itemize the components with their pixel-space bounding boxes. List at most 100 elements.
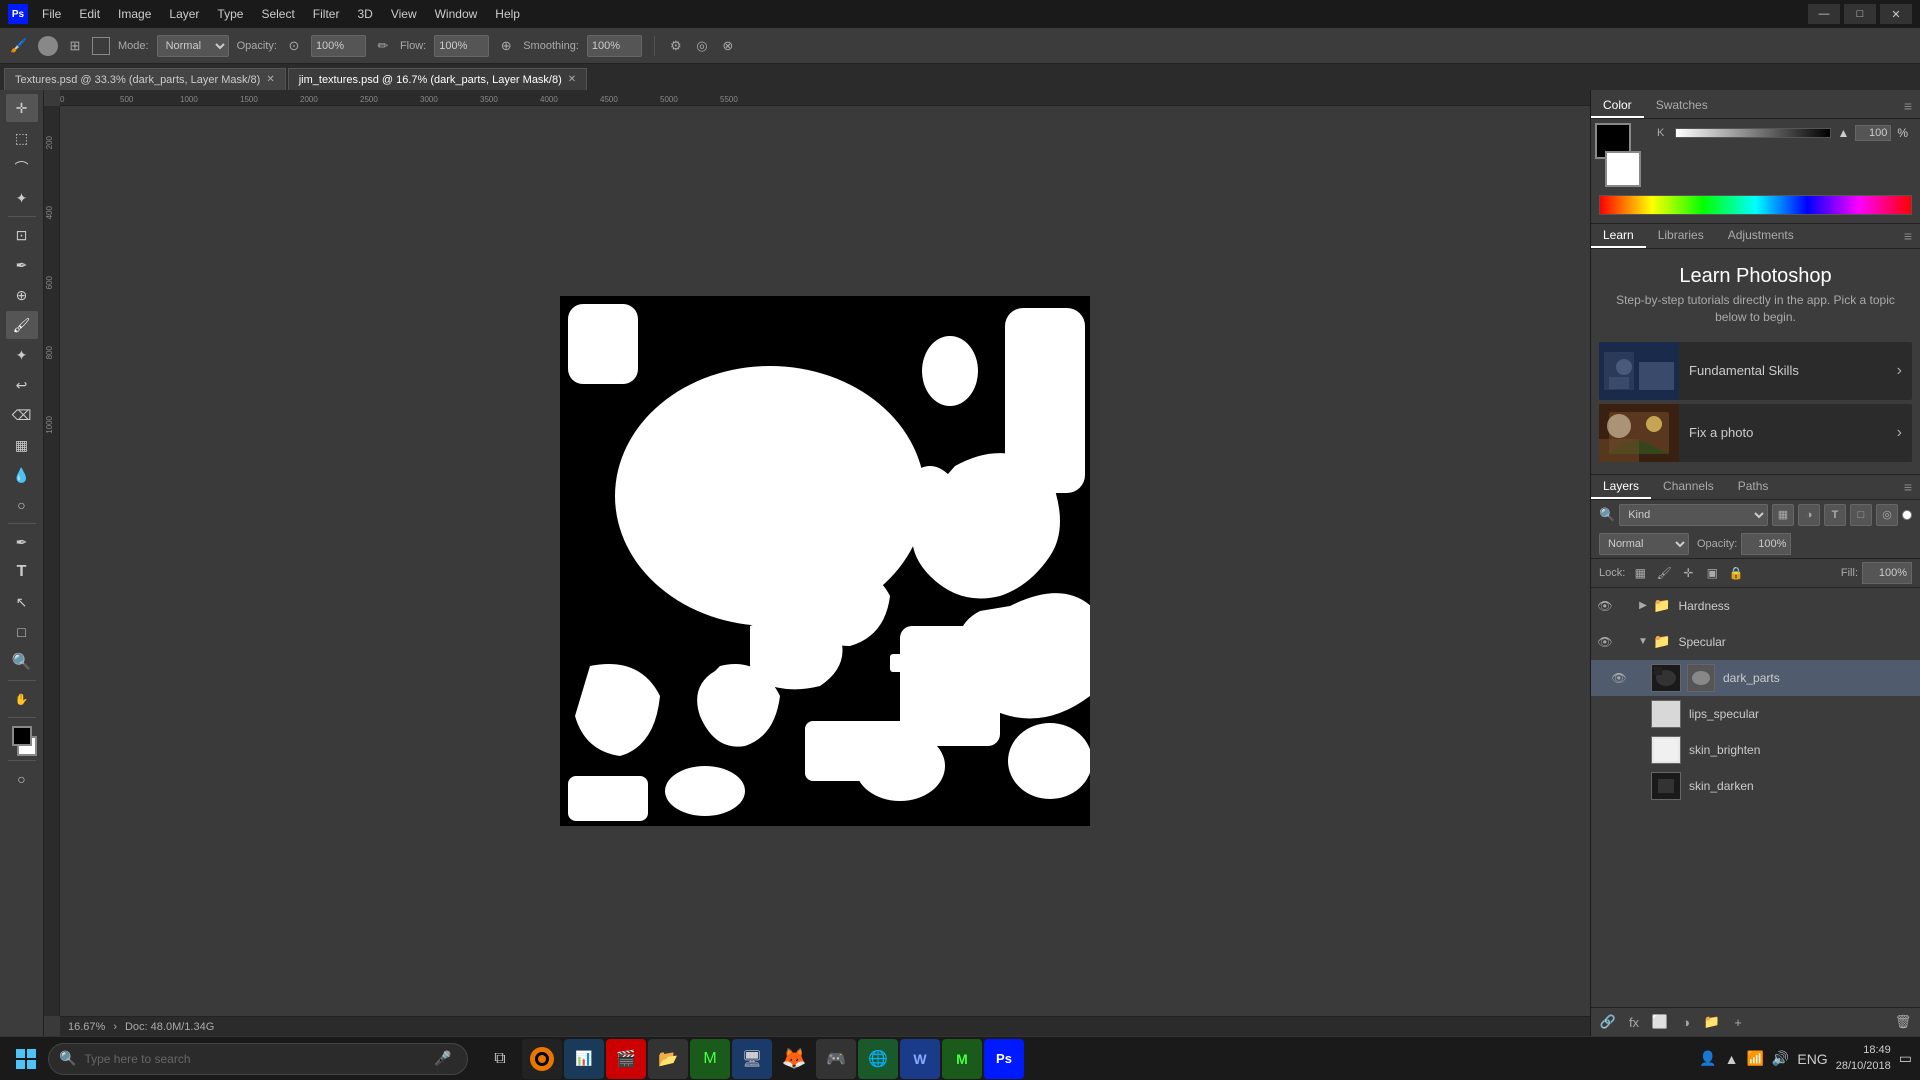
list-item[interactable]: 👁 ▶ 📁 Hardness bbox=[1591, 588, 1920, 624]
show-desktop-icon[interactable]: ▭ bbox=[1899, 1050, 1912, 1067]
layers-panel-menu[interactable]: ≡ bbox=[1896, 475, 1920, 499]
opacity-value-input[interactable] bbox=[1741, 533, 1791, 555]
maximize-button[interactable]: □ bbox=[1844, 4, 1876, 24]
minimize-button[interactable]: — bbox=[1808, 4, 1840, 24]
magic-wand-tool[interactable]: ✦ bbox=[6, 184, 38, 212]
volume-icon[interactable]: 🔊 bbox=[1772, 1050, 1789, 1067]
expand-icon[interactable]: ▼ bbox=[1637, 636, 1649, 648]
system-clock[interactable]: 18:49 28/10/2018 bbox=[1836, 1043, 1891, 1074]
brush-tool[interactable]: 🖌 bbox=[6, 311, 38, 339]
text-tool[interactable]: T bbox=[6, 558, 38, 586]
visibility-toggle[interactable]: 👁 bbox=[1611, 670, 1627, 686]
filter-smart-icon[interactable]: ◎ bbox=[1876, 504, 1898, 526]
path-selection-tool[interactable]: ↖ bbox=[6, 588, 38, 616]
visibility-toggle[interactable]: 👁 bbox=[1611, 742, 1627, 758]
new-layer-icon[interactable]: + bbox=[1727, 1011, 1749, 1033]
tab-channels[interactable]: Channels bbox=[1651, 475, 1726, 499]
learn-panel-menu[interactable]: ≡ bbox=[1896, 224, 1920, 248]
quick-mask-tool[interactable]: ○ bbox=[6, 765, 38, 793]
background-swatch[interactable] bbox=[1605, 151, 1641, 187]
mode-select[interactable]: Normal Dissolve Multiply bbox=[157, 35, 229, 57]
list-item[interactable]: 👁 skin_darken bbox=[1591, 768, 1920, 804]
menu-type[interactable]: Type bbox=[209, 5, 251, 23]
list-item[interactable]: 👁 lips_specular bbox=[1591, 696, 1920, 732]
wifi-icon[interactable]: 📶 bbox=[1746, 1050, 1763, 1067]
taskbar-app-5[interactable]: M bbox=[690, 1039, 730, 1079]
tab-paths[interactable]: Paths bbox=[1726, 475, 1781, 499]
tab-textures[interactable]: Textures.psd @ 33.3% (dark_parts, Layer … bbox=[4, 68, 286, 90]
eyedropper-tool[interactable]: ✒ bbox=[6, 251, 38, 279]
menu-view[interactable]: View bbox=[383, 5, 425, 23]
color-spectrum[interactable] bbox=[1599, 195, 1912, 215]
menu-3d[interactable]: 3D bbox=[349, 5, 380, 23]
tab-swatches[interactable]: Swatches bbox=[1644, 94, 1720, 118]
add-mask-icon[interactable]: ⬜ bbox=[1649, 1011, 1671, 1033]
gradient-tool[interactable]: ▦ bbox=[6, 431, 38, 459]
list-item[interactable]: 👁 skin_brighten bbox=[1591, 732, 1920, 768]
flow-input[interactable] bbox=[434, 35, 489, 57]
network-icon[interactable]: 👤 bbox=[1699, 1050, 1716, 1067]
move-tool[interactable]: ✛ bbox=[6, 94, 38, 122]
layer-kind-select[interactable]: Kind bbox=[1619, 504, 1768, 526]
airbrush-icon[interactable]: ⊕ bbox=[497, 37, 515, 55]
pen-tool[interactable]: ✒ bbox=[6, 528, 38, 556]
tab-learn[interactable]: Learn bbox=[1591, 224, 1646, 248]
history-brush-tool[interactable]: ↩ bbox=[6, 371, 38, 399]
always-use-pressure-icon[interactable]: ✏ bbox=[374, 37, 392, 55]
taskbar-app-8[interactable]: 🌐 bbox=[858, 1039, 898, 1079]
taskbar-app-word[interactable]: W bbox=[900, 1039, 940, 1079]
color-swatches[interactable] bbox=[7, 726, 37, 756]
lock-all-icon[interactable]: 🔒 bbox=[1727, 564, 1745, 582]
filter-shape-icon[interactable]: □ bbox=[1850, 504, 1872, 526]
crop-tool[interactable]: ⊡ bbox=[6, 221, 38, 249]
marquee-tool[interactable]: ⬚ bbox=[6, 124, 38, 152]
filter-adjustment-icon[interactable]: ◑ bbox=[1798, 504, 1820, 526]
tab-libraries[interactable]: Libraries bbox=[1646, 224, 1716, 248]
taskbar-search-box[interactable]: 🔍 Type here to search 🎤 bbox=[48, 1043, 468, 1075]
taskbar-app-3[interactable]: 🎬 bbox=[606, 1039, 646, 1079]
lock-transparent-icon[interactable]: ▦ bbox=[1631, 564, 1649, 582]
k-slider[interactable] bbox=[1675, 128, 1831, 138]
taskbar-app-9[interactable]: M bbox=[942, 1039, 982, 1079]
link-layers-icon[interactable]: 🔗 bbox=[1597, 1011, 1619, 1033]
menu-image[interactable]: Image bbox=[110, 5, 159, 23]
taskbar-app-blender[interactable] bbox=[522, 1039, 562, 1079]
start-button[interactable] bbox=[8, 1041, 44, 1077]
eraser-tool[interactable]: ⌫ bbox=[6, 401, 38, 429]
visibility-toggle[interactable]: 👁 bbox=[1597, 598, 1613, 614]
menu-file[interactable]: File bbox=[34, 5, 69, 23]
opacity-input[interactable] bbox=[311, 35, 366, 57]
lock-artboard-icon[interactable]: ▣ bbox=[1703, 564, 1721, 582]
symmetry-icon[interactable]: ⊗ bbox=[719, 37, 737, 55]
list-item[interactable]: 👁 ▼ 📁 Specular bbox=[1591, 624, 1920, 660]
learn-card-fix-photo[interactable]: Fix a photo › bbox=[1599, 404, 1912, 462]
blur-tool[interactable]: 💧 bbox=[6, 461, 38, 489]
dodge-tool[interactable]: ○ bbox=[6, 491, 38, 519]
lasso-tool[interactable]: ⌒ bbox=[6, 154, 38, 182]
shape-tool[interactable]: □ bbox=[6, 618, 38, 646]
taskbar-app-firefox[interactable]: 🦊 bbox=[774, 1039, 814, 1079]
pressure-icon[interactable]: ◎ bbox=[693, 37, 711, 55]
foreground-color[interactable] bbox=[12, 726, 32, 746]
visibility-toggle[interactable]: 👁 bbox=[1611, 778, 1627, 794]
menu-help[interactable]: Help bbox=[487, 5, 528, 23]
brush-settings-icon[interactable]: ⊞ bbox=[66, 37, 84, 55]
brush-preview[interactable] bbox=[38, 36, 58, 56]
layer-style-icon[interactable]: fx bbox=[1623, 1011, 1645, 1033]
taskbar-app-taskview[interactable]: ⧉ bbox=[480, 1039, 520, 1079]
microphone-icon[interactable]: 🎤 bbox=[429, 1045, 457, 1073]
taskbar-app-7[interactable]: 🎮 bbox=[816, 1039, 856, 1079]
tab-textures-close[interactable]: ✕ bbox=[266, 74, 274, 85]
healing-tool[interactable]: ⊕ bbox=[6, 281, 38, 309]
smoothing-input[interactable] bbox=[587, 35, 642, 57]
color-panel-menu[interactable]: ≡ bbox=[1896, 94, 1920, 118]
taskbar-app-2[interactable]: 📊 bbox=[564, 1039, 604, 1079]
adjustment-layer-icon[interactable]: ◑ bbox=[1675, 1011, 1697, 1033]
layer-blend-mode-select[interactable]: Normal bbox=[1599, 533, 1689, 555]
lock-paint-icon[interactable]: 🖌 bbox=[1655, 564, 1673, 582]
fill-value-input[interactable] bbox=[1862, 562, 1912, 584]
learn-card-fundamental[interactable]: Fundamental Skills › bbox=[1599, 342, 1912, 400]
close-button[interactable]: ✕ bbox=[1880, 4, 1912, 24]
menu-select[interactable]: Select bbox=[253, 5, 302, 23]
expand-icon[interactable]: ▶ bbox=[1637, 600, 1649, 612]
